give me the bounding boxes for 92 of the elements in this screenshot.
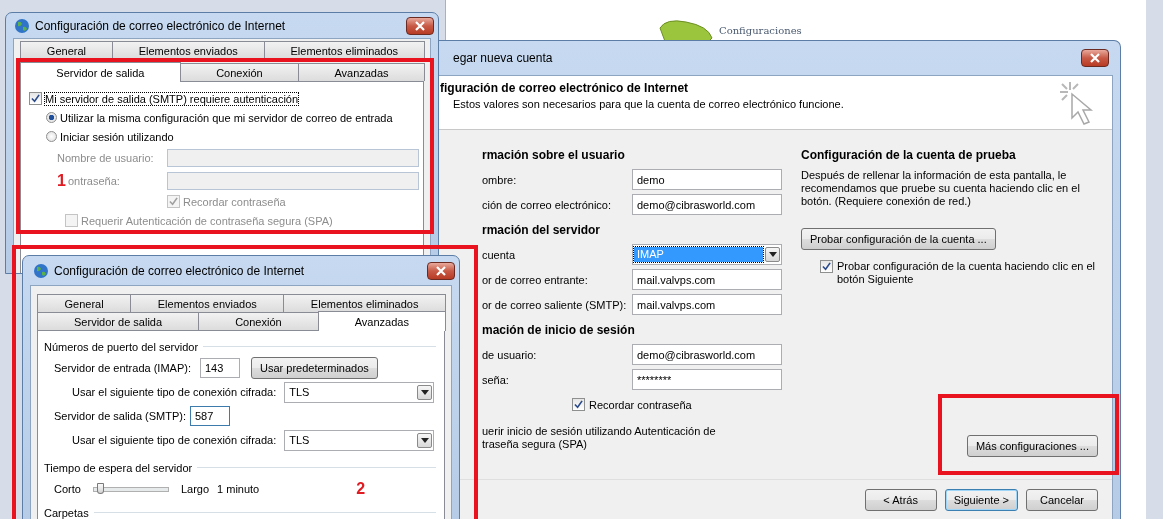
field-label: Usar el siguiente tipo de conexión cifrada: [72, 434, 278, 446]
close-button[interactable] [427, 261, 455, 280]
checkbox-label: Recordar contraseña [183, 195, 286, 208]
close-icon [436, 265, 446, 276]
close-button[interactable] [406, 16, 434, 35]
field-label: seña: [482, 373, 510, 386]
close-icon [415, 20, 425, 31]
dialog-button[interactable]: Cancelar [1026, 489, 1098, 511]
input-field[interactable]: ******** [632, 369, 782, 390]
caret-icon [768, 252, 777, 257]
header-title: figuración de correo electrónico de Internet [439, 81, 690, 95]
field-label: ontraseña: [67, 174, 120, 187]
annotation-number: 2 [356, 480, 366, 498]
section-heading: mación de inicio de sesión [482, 322, 635, 337]
tab[interactable]: Elementos eliminados [263, 41, 425, 59]
field-label: cuenta [482, 248, 517, 261]
section-heading: Configuración de la cuenta de prueba [801, 147, 1016, 162]
slider-label: Largo [180, 483, 210, 495]
section-heading: rmación del servidor [482, 222, 601, 237]
dropdown-button[interactable] [417, 384, 432, 400]
slider-thumb[interactable] [96, 482, 104, 494]
group-heading: Números de puerto del servidor [44, 340, 199, 353]
dropdown-button[interactable] [765, 247, 780, 262]
use-defaults-button[interactable]: Usar predeterminados [251, 357, 378, 379]
close-button[interactable] [1081, 49, 1109, 67]
radio-label: Iniciar sesión utilizando [60, 130, 174, 143]
section-heading: Configuraciones [719, 25, 802, 36]
tab[interactable]: Conexión [198, 312, 319, 330]
radio-button[interactable] [46, 131, 57, 142]
field-label: or de correo entrante: [482, 273, 589, 286]
dialog-button[interactable]: < Atrás [864, 489, 937, 511]
dialog-button[interactable]: Siguiente > [944, 489, 1018, 511]
tab[interactable]: Avanzadas [298, 63, 425, 81]
timeout-slider[interactable] [92, 486, 169, 492]
field-label: Servidor de entrada (IMAP): [54, 362, 192, 374]
globe-icon [33, 262, 49, 279]
caret-icon [420, 389, 429, 395]
more-settings-button[interactable]: Más configuraciones ... [966, 435, 1098, 457]
field-label: Nombre de usuario: [57, 151, 154, 164]
input-field[interactable]: demo [632, 169, 782, 190]
encryption-dropdown[interactable]: TLS [284, 429, 434, 451]
section-heading: rmación sobre el usuario [482, 147, 625, 162]
caret-icon [420, 437, 429, 443]
checkbox[interactable] [572, 398, 585, 411]
timeout-value: 1 minuto [217, 483, 260, 495]
window-title: egar nueva cuenta [452, 51, 553, 65]
field-label: de usuario: [482, 348, 538, 361]
annotation-number: 1 [57, 171, 66, 190]
input-field[interactable] [167, 171, 419, 190]
slider-label: Corto [54, 483, 81, 495]
tab[interactable]: Elementos enviados [130, 294, 285, 312]
field-label: Usar el siguiente tipo de conexión cifrada: [72, 386, 278, 398]
globe-icon [14, 17, 30, 34]
checkbox-label: Recordar contraseña [589, 398, 692, 411]
checkbox[interactable] [820, 260, 833, 273]
option-text: traseña segura (SPA) [482, 438, 588, 451]
tab[interactable]: Servidor de salida [20, 62, 181, 82]
input-field[interactable]: 143 [200, 358, 240, 378]
input-field[interactable] [167, 148, 419, 167]
tab[interactable]: Servidor de salida [37, 312, 200, 330]
test-account-button[interactable]: Probar configuración de la cuenta ... [801, 228, 996, 250]
checkbox-label: Probar configuración de la cuenta haciendo clic en el botón Siguiente [837, 260, 1097, 286]
field-label: ombre: [482, 173, 518, 186]
input-field[interactable]: mail.valvps.com [632, 269, 782, 290]
input-field[interactable]: demo@cibrasworld.com [632, 194, 782, 215]
window-title: Configuración de correo electrónico de Internet [35, 18, 286, 33]
tab[interactable]: Elementos eliminados [283, 294, 446, 312]
tab[interactable]: Avanzadas [317, 311, 446, 331]
close-icon [1090, 53, 1100, 63]
option-text: uerir inicio de sesión utilizando Autenticación de [482, 425, 717, 438]
description-text: Después de rellenar la información de esta pantalla, le recomendamos que pruebe su cuenta haciendo clic en el botón. (Requiere conexión de red.) [801, 169, 1081, 208]
radio-button[interactable] [46, 112, 57, 123]
input-field[interactable]: mail.valvps.com [632, 294, 782, 315]
encryption-dropdown[interactable]: TLS [284, 381, 434, 403]
header-subtitle: Estos valores son necesarios para que la cuenta de correo electrónico funcione. [452, 98, 844, 110]
input-field[interactable]: demo@cibrasworld.com [632, 344, 782, 365]
checkbox-label: Requerir Autenticación de contraseña segura (SPA) [81, 214, 333, 227]
tab[interactable]: General [20, 41, 113, 59]
window-title: Configuración de correo electrónico de Internet [54, 263, 305, 278]
checkbox-label: Mi servidor de salida (SMTP) requiere autenticación [45, 92, 299, 105]
input-field[interactable]: 587 [190, 406, 230, 426]
group-heading: Carpetas [44, 506, 89, 519]
field-label: Servidor de salida (SMTP): [54, 410, 188, 422]
field-label: ción de correo electrónico: [482, 198, 612, 211]
group-heading: Tiempo de espera del servidor [44, 461, 193, 474]
tab[interactable]: Conexión [179, 63, 299, 81]
tab[interactable]: General [37, 294, 132, 312]
field-label: or de correo saliente (SMTP): [482, 298, 628, 311]
checkbox[interactable] [29, 92, 42, 105]
radio-label: Utilizar la misma configuración que mi servidor de correo de entrada [60, 111, 393, 124]
tab[interactable]: Elementos enviados [111, 41, 265, 59]
dropdown-button[interactable] [417, 432, 432, 448]
